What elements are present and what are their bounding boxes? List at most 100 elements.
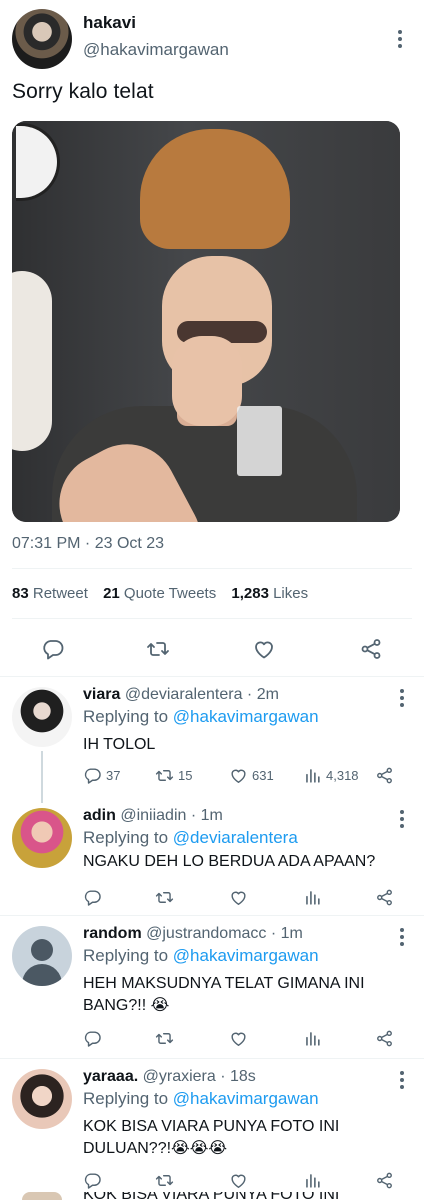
reply-count: 37 [106, 767, 121, 783]
partial-reply: KOK BISA VIARA PUNYA FOTO INI [0, 1192, 424, 1200]
like-count[interactable]: 1,283 [231, 585, 269, 602]
replying-to-link[interactable]: @hakavimargawan [173, 707, 319, 726]
more-icon[interactable] [398, 30, 402, 51]
retweet-button[interactable] [155, 886, 178, 908]
more-icon[interactable] [400, 689, 404, 710]
views-icon [303, 1171, 322, 1190]
like-button[interactable] [229, 886, 252, 908]
reply-author-name[interactable]: yaraaa. [83, 1068, 138, 1085]
partial-reply-text: KOK BISA VIARA PUNYA FOTO INI [83, 1192, 339, 1200]
share-button[interactable] [375, 1169, 398, 1191]
more-icon[interactable] [400, 1071, 404, 1092]
retweet-label[interactable]: Retweet [33, 585, 88, 602]
replying-to-link[interactable]: @deviaralentera [173, 828, 298, 847]
author-handle[interactable]: @hakavimargawan [83, 40, 229, 60]
reply-actions [83, 1169, 413, 1191]
views-button[interactable] [303, 886, 326, 908]
reply-tweet[interactable]: random @justrandomacc · 1m Replying to @… [0, 916, 424, 1058]
retweet-button[interactable] [155, 1027, 178, 1049]
reply-header: yaraaa. @yraxiera · 18s [83, 1068, 256, 1086]
author-name[interactable]: hakavi [83, 13, 136, 33]
views-icon [303, 888, 322, 907]
reply-icon[interactable] [41, 637, 65, 661]
reply-tweet[interactable]: yaraaa. @yraxiera · 18s Replying to @hak… [0, 1059, 424, 1192]
retweet-icon [155, 1029, 174, 1048]
reply-time: · 2m [246, 686, 279, 703]
avatar[interactable] [12, 808, 72, 868]
reply-author-handle[interactable]: @yraxiera [143, 1068, 216, 1085]
reply-button[interactable] [83, 1027, 106, 1049]
reply-author-name[interactable]: adin [83, 807, 116, 824]
like-icon [229, 766, 248, 785]
like-button[interactable] [229, 1169, 252, 1191]
reply-text: NGAKU DEH LO BERDUA ADA APAAN? [83, 853, 376, 870]
share-icon [375, 766, 394, 785]
retweet-icon[interactable] [146, 637, 170, 661]
like-button[interactable]: 631 [229, 764, 274, 786]
avatar[interactable] [12, 9, 72, 69]
view-count: 4,318 [326, 767, 359, 783]
replying-to-label: Replying to [83, 828, 169, 847]
views-button[interactable]: 4,318 [303, 764, 359, 786]
reply-button[interactable] [83, 1169, 106, 1191]
reply-tweet[interactable]: viara @deviaralentera · 2m Replying to @… [0, 677, 424, 803]
tweet-photo[interactable] [12, 121, 400, 522]
more-icon[interactable] [400, 928, 404, 949]
replying-to: Replying to @deviaralentera [83, 828, 298, 848]
reply-text: IH TOLOL [83, 736, 156, 753]
reply-author-name[interactable]: random [83, 925, 142, 942]
like-icon [229, 1029, 248, 1048]
views-button[interactable] [303, 1169, 326, 1191]
reply-button[interactable] [83, 886, 106, 908]
more-icon[interactable] [400, 810, 404, 831]
like-icon[interactable] [252, 637, 276, 661]
share-button[interactable] [375, 886, 398, 908]
tweet-timestamp[interactable]: 07:31 PM · 23 Oct 23 [12, 535, 164, 553]
reply-author-handle[interactable]: @iniiadin [120, 807, 186, 824]
like-button[interactable] [229, 1027, 252, 1049]
retweet-count: 15 [178, 767, 193, 783]
like-icon [229, 1171, 248, 1190]
quote-count[interactable]: 21 [103, 585, 120, 602]
reply-tweet[interactable]: adin @iniiadin · 1m Replying to @deviara… [0, 798, 424, 915]
share-icon [375, 888, 394, 907]
reply-time: · 1m [270, 925, 303, 942]
replying-to-label: Replying to [83, 1089, 169, 1108]
avatar[interactable] [12, 1069, 72, 1129]
reply-header: viara @deviaralentera · 2m [83, 686, 279, 704]
quote-label[interactable]: Quote Tweets [124, 585, 216, 602]
retweet-count[interactable]: 83 [12, 585, 29, 602]
retweet-icon [155, 1171, 174, 1190]
share-icon [375, 1029, 394, 1048]
avatar[interactable] [12, 926, 72, 986]
views-icon [303, 1029, 322, 1048]
replying-to-link[interactable]: @hakavimargawan [173, 946, 319, 965]
retweet-button[interactable]: 15 [155, 764, 192, 786]
share-icon[interactable] [359, 637, 383, 661]
retweet-button[interactable] [155, 1169, 178, 1191]
like-count: 631 [252, 767, 274, 783]
share-button[interactable] [375, 1027, 398, 1049]
replying-to: Replying to @hakavimargawan [83, 707, 319, 727]
avatar[interactable] [12, 687, 72, 747]
reply-author-handle[interactable]: @justrandomacc [146, 925, 266, 942]
reply-actions [83, 886, 413, 908]
thread-line [41, 751, 43, 803]
reply-icon [83, 1029, 102, 1048]
like-label[interactable]: Likes [273, 585, 308, 602]
reply-actions [83, 1027, 413, 1049]
reply-button[interactable]: 37 [83, 764, 120, 786]
avatar-head [31, 939, 53, 961]
reply-text: KOK BISA VIARA PUNYA FOTO INI DULUAN??!😭… [83, 1118, 340, 1157]
reply-author-handle[interactable]: @deviaralentera [125, 686, 243, 703]
tweet-stats: 83 Retweet 21 Quote Tweets 1,283 Likes [12, 585, 319, 602]
reply-icon [83, 1171, 102, 1190]
share-button[interactable] [375, 764, 398, 786]
replying-to-link[interactable]: @hakavimargawan [173, 1089, 319, 1108]
reply-author-name[interactable]: viara [83, 686, 120, 703]
replying-to: Replying to @hakavimargawan [83, 1089, 319, 1109]
reply-text: HEH MAKSUDNYA TELAT GIMANA INI BANG?!! 😭 [83, 975, 365, 1014]
views-icon [303, 766, 322, 785]
reply-actions: 37 15 631 4,318 [83, 764, 413, 786]
views-button[interactable] [303, 1027, 326, 1049]
